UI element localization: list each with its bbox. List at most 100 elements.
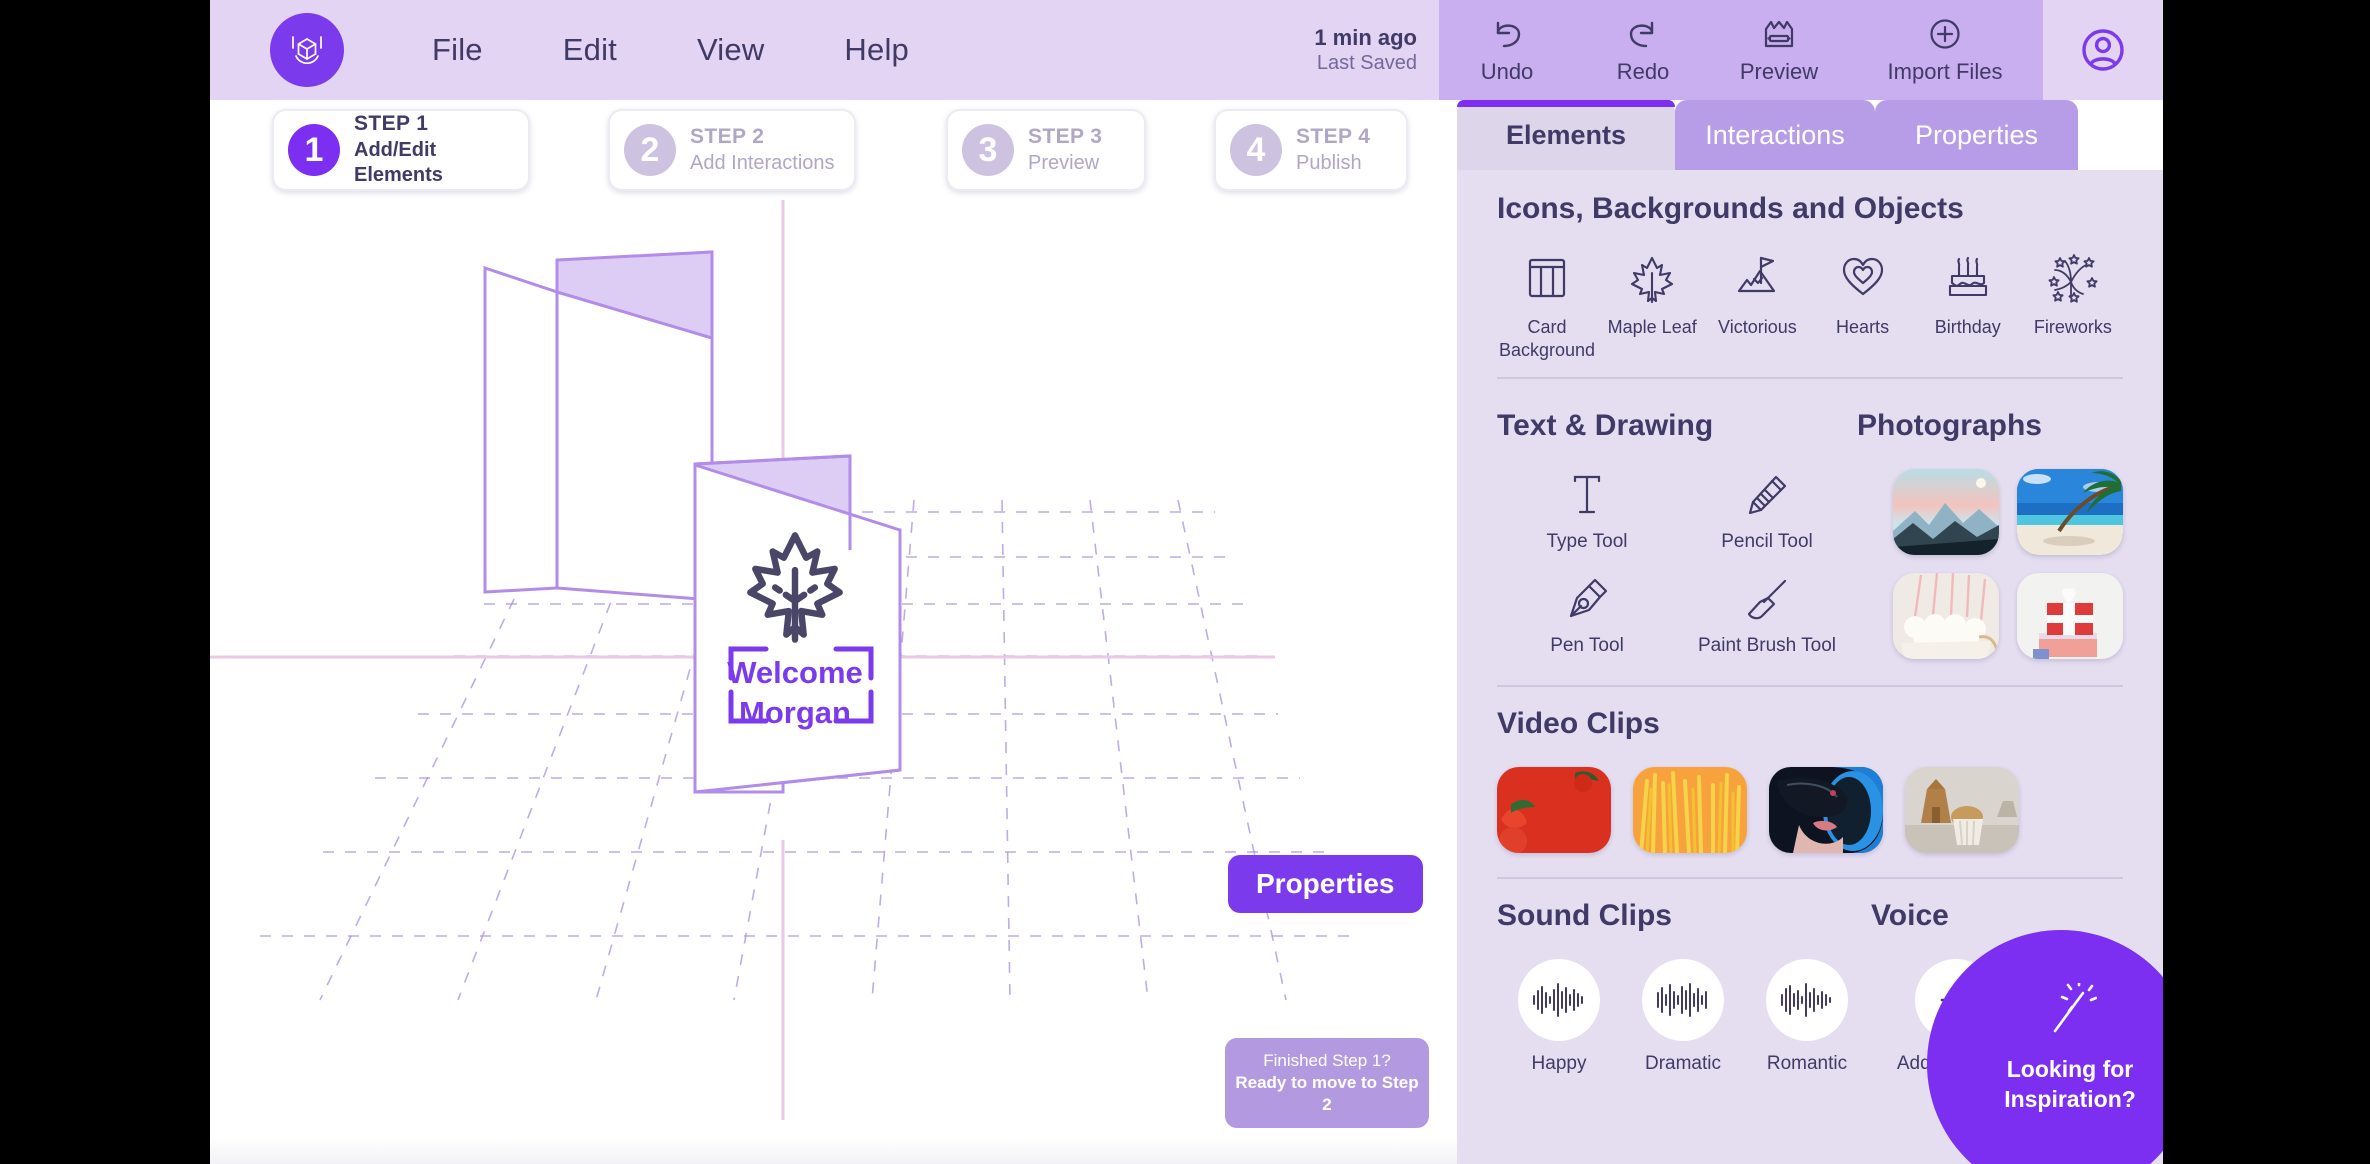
photo-thumb-beach-palm[interactable] [2017, 469, 2123, 555]
library-item-birthday[interactable]: Birthday [1918, 250, 2018, 361]
tab-elements[interactable]: Elements [1457, 100, 1675, 170]
redo-button[interactable]: Redo [1575, 0, 1711, 100]
step-card-3[interactable]: 3 STEP 3 Preview [946, 109, 1146, 191]
photo-thumb-cupcake-candles[interactable] [1893, 573, 1999, 659]
tool-label-pen: Pen Tool [1550, 635, 1624, 656]
section-title-video: Video Clips [1497, 707, 1660, 740]
step-indicator-bar: 1 STEP 1 Add/Edit Elements 2 STEP 2 Add … [210, 100, 1457, 200]
text-drawing-column: Text & Drawing Type Tool Pencil Tool Pen… [1497, 409, 1857, 659]
photo-thumb-gift-boxes[interactable] [2017, 573, 2123, 659]
library-item-fireworks[interactable]: Fireworks [2023, 250, 2123, 361]
sound-clip-happy[interactable]: Happy [1497, 959, 1621, 1075]
sound-circle-romantic [1766, 959, 1848, 1041]
tab-properties[interactable]: Properties [1875, 100, 2078, 170]
tool-paint-brush[interactable]: Paint Brush Tool [1677, 571, 1857, 657]
video-thumb-muffin[interactable] [1905, 767, 2019, 853]
gift-boxes-photo [2017, 573, 2123, 659]
card-canvas[interactable]: Welcome Morgan Properties Edit Inside Ca… [210, 200, 1457, 1164]
step-progress-toast[interactable]: Finished Step 1? Ready to move to Step 2 [1225, 1037, 1429, 1128]
fab-line-2: Inspiration? [2004, 1086, 2136, 1112]
menu-item-view[interactable]: View [657, 26, 804, 74]
card-welcome-text[interactable]: Welcome Morgan [727, 653, 863, 732]
library-item-card-background[interactable]: Card Background [1497, 250, 1597, 361]
tool-type[interactable]: Type Tool [1497, 467, 1677, 553]
app-root: File Edit View Help 1 min ago Last Saved… [210, 0, 2163, 1164]
text-drawing-photographs-row: Text & Drawing Type Tool Pencil Tool Pen… [1497, 409, 2123, 659]
mountain-flag-icon [1734, 250, 1780, 306]
video-thumb-vr-headset[interactable] [1769, 767, 1883, 853]
import-files-label: Import Files [1887, 59, 2003, 84]
panel-tabs: Elements Interactions Properties [1457, 100, 2163, 170]
paint-brush-tool-icon [1744, 571, 1790, 627]
spaghetti-yellow-clip [1633, 767, 1747, 853]
step-subtitle-4: Publish [1296, 151, 1362, 174]
type-tool-icon [1566, 467, 1608, 523]
menu-item-help[interactable]: Help [804, 26, 949, 74]
library-label-birthday: Birthday [1934, 317, 2001, 337]
step-subtitle-2: Add Interactions [690, 151, 835, 174]
menu-item-file[interactable]: File [392, 26, 523, 74]
strawberry-red-clip [1497, 767, 1611, 853]
library-label-maple-leaf: Maple Leaf [1607, 317, 1697, 337]
sound-voice-row: Sound Clips Voice [1497, 899, 2123, 933]
card-text-line-1: Welcome [727, 655, 863, 690]
undo-button[interactable]: Undo [1439, 0, 1575, 100]
section-title-text-drawing: Text & Drawing [1497, 409, 1714, 442]
section-title-icons: Icons, Backgrounds and Objects [1497, 192, 1964, 225]
sound-clip-dramatic[interactable]: Dramatic [1621, 959, 1745, 1075]
redo-label: Redo [1616, 59, 1670, 84]
tool-pen[interactable]: Pen Tool [1497, 571, 1677, 657]
tool-pencil[interactable]: Pencil Tool [1677, 467, 1857, 553]
logo-cube-icon [292, 36, 322, 65]
step-card-2[interactable]: 2 STEP 2 Add Interactions [608, 109, 856, 191]
import-files-button[interactable]: Import Files [1847, 0, 2043, 100]
library-label-victorious: Victorious [1718, 317, 1797, 337]
waveform-icon [1781, 983, 1831, 1017]
fab-line-1: Looking for [2006, 1056, 2134, 1083]
account-avatar[interactable] [2043, 0, 2163, 100]
cupcake-candles-photo [1893, 573, 1999, 659]
magic-wand-icon [2053, 983, 2097, 1033]
step-card-4[interactable]: 4 STEP 4 Publish [1214, 109, 1408, 191]
toast-line-2: Ready to move to Step 2 [1235, 1072, 1419, 1114]
tab-interactions[interactable]: Interactions [1675, 100, 1875, 170]
video-thumb-spaghetti[interactable] [1633, 767, 1747, 853]
section-title-sound: Sound Clips [1497, 899, 1672, 932]
vr-headset-clip [1769, 767, 1883, 853]
sound-label-happy: Happy [1531, 1053, 1587, 1074]
properties-chip-button[interactable]: Properties [1228, 855, 1423, 913]
step-number-3: 3 [962, 124, 1014, 176]
step-number-2: 2 [624, 124, 676, 176]
video-thumb-strawberry[interactable] [1497, 767, 1611, 853]
redo-icon [1629, 21, 1654, 48]
step-number-4: 4 [1230, 124, 1282, 176]
section-title-voice: Voice [1871, 899, 1949, 932]
preview-button[interactable]: Preview [1711, 0, 1847, 100]
library-item-hearts[interactable]: Hearts [1813, 250, 1913, 361]
last-saved-time: 1 min ago [1314, 24, 1417, 50]
sound-clip-romantic[interactable]: Romantic [1745, 959, 1869, 1075]
account-avatar-icon [2082, 29, 2124, 71]
hearts-icon [1840, 250, 1886, 306]
sound-circle-happy [1518, 959, 1600, 1041]
undo-icon [1496, 21, 1521, 48]
library-item-maple-leaf[interactable]: Maple Leaf [1602, 250, 1702, 361]
header-tool-group: Undo Redo Preview Import Files [1439, 0, 2043, 100]
library-item-victorious[interactable]: Victorious [1707, 250, 1807, 361]
divider-3 [1497, 877, 2123, 879]
plus-circle-icon [1930, 19, 1960, 49]
step-subtitle-1: Add/Edit Elements [354, 138, 443, 187]
step-title-3: STEP 3 [1028, 124, 1103, 148]
step-subtitle-3: Preview [1028, 151, 1100, 174]
step-card-1[interactable]: 1 STEP 1 Add/Edit Elements [272, 109, 530, 191]
library-label-fireworks: Fireworks [2033, 317, 2112, 337]
step-title-2: STEP 2 [690, 124, 765, 148]
photo-thumb-mountain-sunset[interactable] [1893, 469, 1999, 555]
menu-item-edit[interactable]: Edit [523, 26, 657, 74]
sound-circle-dramatic [1642, 959, 1724, 1041]
muffin-gingerbread-clip [1905, 767, 2019, 853]
app-logo[interactable] [270, 13, 344, 87]
waveform-icon [1657, 983, 1707, 1017]
last-saved-label: Last Saved [1316, 52, 1417, 75]
waveform-icon [1533, 983, 1583, 1017]
